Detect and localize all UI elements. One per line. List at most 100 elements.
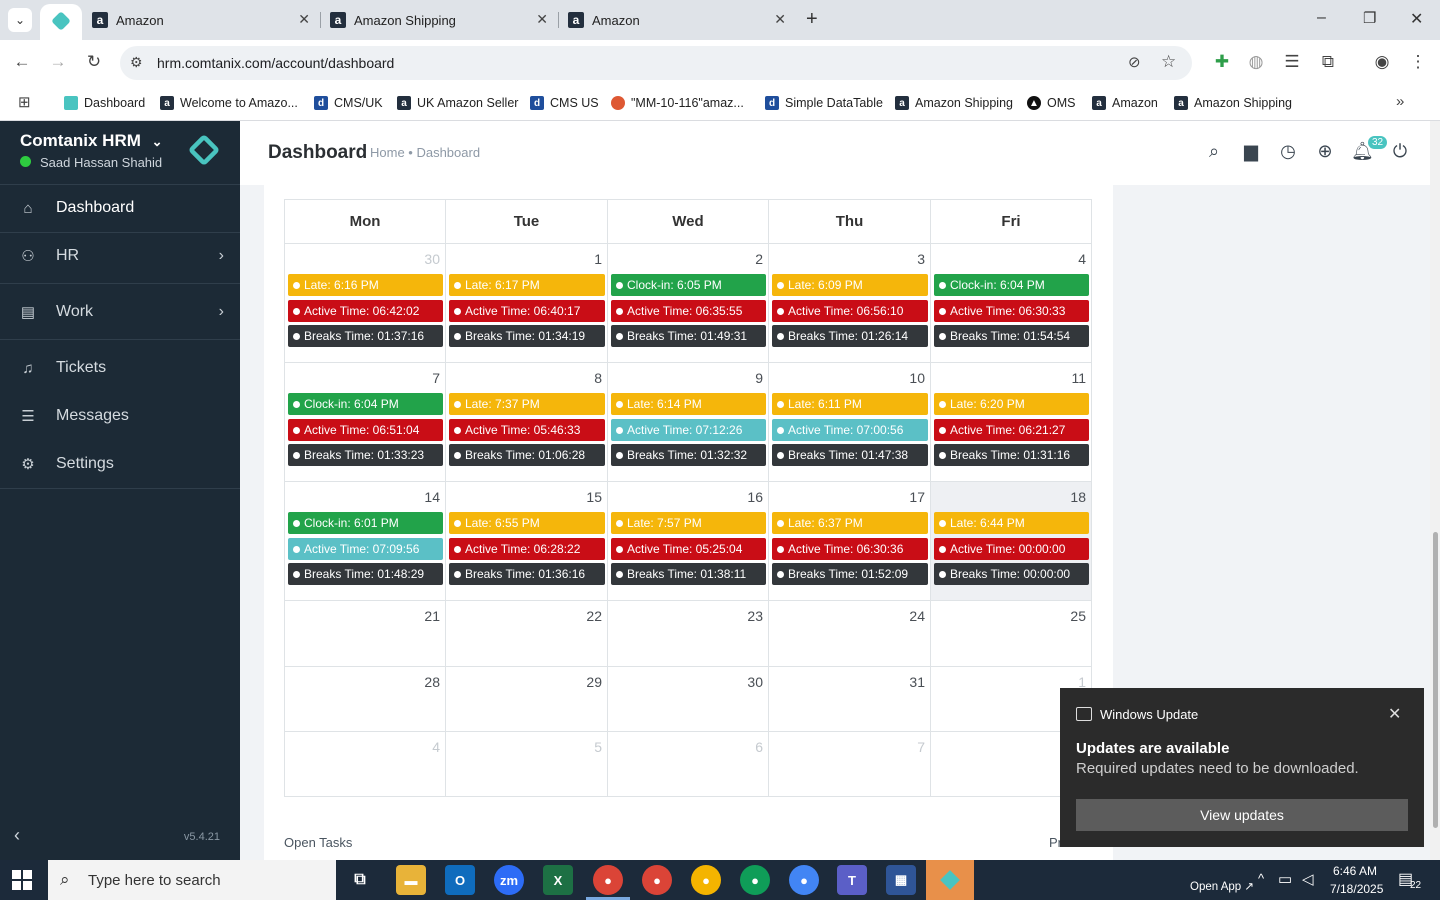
- attendance-event-late[interactable]: Late: 6:55 PM: [449, 512, 605, 534]
- attendance-event-active[interactable]: Active Time: 05:25:04: [611, 537, 766, 560]
- profile-icon[interactable]: ◉: [1370, 52, 1394, 72]
- restore-button[interactable]: ❐: [1363, 9, 1376, 27]
- calendar-day-cell[interactable]: 2 Clock-in: 6:05 PM Active Time: 06:35:55 B…: [608, 244, 769, 363]
- attendance-event-late[interactable]: Late: 6:14 PM: [611, 393, 766, 415]
- calendar-day-cell[interactable]: 24: [769, 601, 931, 667]
- attendance-event-late[interactable]: Late: 7:57 PM: [611, 512, 766, 534]
- attendance-event-breaks[interactable]: Breaks Time: 01:49:31: [611, 325, 766, 347]
- attendance-event-breaks[interactable]: Breaks Time: 01:31:16: [934, 444, 1089, 466]
- chrome-icon[interactable]: ●: [593, 865, 623, 895]
- volume-icon[interactable]: ◁: [1302, 870, 1314, 888]
- search-icon[interactable]: ⌕: [1203, 141, 1225, 162]
- attendance-event-breaks[interactable]: Breaks Time: 01:36:16: [449, 563, 605, 585]
- calendar-day-cell[interactable]: 28: [285, 667, 446, 732]
- calendar-day-cell[interactable]: 31: [769, 667, 931, 732]
- attendance-event-breaks[interactable]: Breaks Time: 01:38:11: [611, 563, 766, 585]
- bookmark-welcome-amazon[interactable]: a Welcome to Amazo...: [160, 92, 298, 114]
- tab-close-icon[interactable]: ✕: [536, 11, 548, 28]
- tab-amazon-2[interactable]: a Amazon ✕: [568, 0, 796, 40]
- attendance-event-breaks[interactable]: Breaks Time: 01:34:19: [449, 325, 605, 347]
- chrome-profile-icon[interactable]: ●: [642, 865, 672, 895]
- calendar-day-cell[interactable]: 5: [446, 732, 608, 797]
- chrome-profile-icon[interactable]: ●: [789, 865, 819, 895]
- calendar-day-cell[interactable]: 15 Late: 6:55 PM Active Time: 06:28:22 Brea…: [446, 482, 608, 601]
- attendance-event-active[interactable]: Active Time: 00:00:00: [934, 537, 1089, 560]
- attendance-event-clock[interactable]: Clock-in: 6:04 PM: [934, 274, 1089, 296]
- calendar-day-cell[interactable]: 6: [608, 732, 769, 797]
- attendance-event-clock[interactable]: Clock-in: 6:05 PM: [611, 274, 766, 296]
- attendance-event-late[interactable]: Late: 6:44 PM: [934, 512, 1089, 534]
- attendance-event-breaks[interactable]: Breaks Time: 01:33:23: [288, 444, 443, 466]
- attendance-event-active[interactable]: Active Time: 06:51:04: [288, 418, 443, 441]
- attendance-event-late[interactable]: Late: 6:20 PM: [934, 393, 1089, 415]
- calendar-day-cell[interactable]: 7: [769, 732, 931, 797]
- attendance-event-active[interactable]: Active Time: 06:30:33: [934, 299, 1089, 322]
- view-updates-button[interactable]: View updates: [1076, 799, 1408, 831]
- breadcrumb[interactable]: Home • Dashboard: [370, 145, 480, 160]
- open-app-link[interactable]: Open App ↗: [1190, 879, 1254, 893]
- attendance-event-active[interactable]: Active Time: 06:56:10: [772, 299, 928, 322]
- tab-list-icon[interactable]: ☰: [1280, 52, 1304, 72]
- attendance-event-active[interactable]: Active Time: 06:40:17: [449, 299, 605, 322]
- attendance-event-active[interactable]: Active Time: 06:28:22: [449, 537, 605, 560]
- add-icon[interactable]: ⊕: [1314, 141, 1336, 162]
- sidebar-item-tickets[interactable]: ♫ Tickets: [0, 346, 240, 390]
- attendance-event-breaks[interactable]: Breaks Time: 01:06:28: [449, 444, 605, 466]
- attendance-event-breaks[interactable]: Breaks Time: 01:52:09: [772, 563, 928, 585]
- calendar-day-cell[interactable]: 8 Late: 7:37 PM Active Time: 05:46:33 Break…: [446, 363, 608, 482]
- calendar-day-cell[interactable]: 25: [931, 601, 1092, 667]
- tab-amazon-1[interactable]: a Amazon ✕: [92, 0, 320, 40]
- calendar-day-cell[interactable]: 29: [446, 667, 608, 732]
- notes-icon[interactable]: ▆: [1240, 141, 1262, 162]
- calendar-day-cell[interactable]: 17 Late: 6:37 PM Active Time: 06:30:36 Brea…: [769, 482, 931, 601]
- attendance-event-late[interactable]: Late: 6:16 PM: [288, 274, 443, 296]
- taskbar-search[interactable]: ⌕ Type here to search: [48, 860, 336, 900]
- attendance-event-breaks[interactable]: Breaks Time: 01:26:14: [772, 325, 928, 347]
- attendance-event-active[interactable]: Active Time: 06:30:36: [772, 537, 928, 560]
- calendar-day-cell[interactable]: 4 Clock-in: 6:04 PM Active Time: 06:30:33 B…: [931, 244, 1092, 363]
- task-view-icon[interactable]: ⧉: [345, 865, 375, 895]
- attendance-event-breaks[interactable]: Breaks Time: 01:54:54: [934, 325, 1089, 347]
- reload-icon[interactable]: ↻: [82, 52, 106, 72]
- calendar-day-cell[interactable]: 22: [446, 601, 608, 667]
- bookmark-oms[interactable]: ▲ OMS: [1027, 92, 1075, 114]
- calendar-day-cell[interactable]: 11 Late: 6:20 PM Active Time: 06:21:27 Brea…: [931, 363, 1092, 482]
- clock-date[interactable]: 7/18/2025: [1330, 882, 1383, 896]
- attendance-event-late[interactable]: Late: 6:11 PM: [772, 393, 928, 415]
- calendar-day-cell[interactable]: 9 Late: 6:14 PM Active Time: 07:12:26 Break…: [608, 363, 769, 482]
- address-bar[interactable]: ⚙ hrm.comtanix.com/account/dashboard ⊘ ☆: [120, 46, 1192, 80]
- attendance-event-breaks[interactable]: Breaks Time: 00:00:00: [934, 563, 1089, 585]
- clock-time[interactable]: 6:46 AM: [1333, 864, 1377, 878]
- bookmark-cms-us[interactable]: d CMS US: [530, 92, 599, 114]
- zoom-icon[interactable]: zm: [494, 865, 524, 895]
- new-tab-button[interactable]: +: [806, 8, 818, 31]
- calculator-icon[interactable]: ▦: [886, 865, 916, 895]
- chevron-down-icon[interactable]: ⌄: [152, 134, 163, 149]
- tracking-off-icon[interactable]: ⊘: [1128, 53, 1141, 71]
- menu-icon[interactable]: ⋮: [1406, 52, 1430, 72]
- excel-icon[interactable]: X: [543, 865, 573, 895]
- calendar-day-cell[interactable]: 3 Late: 6:09 PM Active Time: 06:56:10 Break…: [769, 244, 931, 363]
- clock-icon[interactable]: ◷: [1277, 141, 1299, 162]
- calendar-day-cell[interactable]: 7 Clock-in: 6:04 PM Active Time: 06:51:04 B…: [285, 363, 446, 482]
- chrome-profile-icon[interactable]: ●: [691, 865, 721, 895]
- attendance-event-breaks[interactable]: Breaks Time: 01:37:16: [288, 325, 443, 347]
- globe-icon[interactable]: ◍: [1244, 52, 1268, 72]
- calendar-day-cell[interactable]: 4: [285, 732, 446, 797]
- extension-plus-icon[interactable]: ✚: [1210, 52, 1234, 72]
- attendance-event-breaks[interactable]: Breaks Time: 01:47:38: [772, 444, 928, 466]
- chevron-up-icon[interactable]: ^: [1258, 871, 1264, 886]
- tab-close-icon[interactable]: ✕: [298, 11, 310, 28]
- attendance-event-activeok[interactable]: Active Time: 07:00:56: [772, 418, 928, 441]
- extensions-icon[interactable]: ⧉: [1316, 52, 1340, 72]
- bookmark-dashboard[interactable]: Dashboard: [64, 92, 145, 114]
- attendance-event-clock[interactable]: Clock-in: 6:04 PM: [288, 393, 443, 415]
- calendar-day-cell[interactable]: 16 Late: 7:57 PM Active Time: 05:25:04 Brea…: [608, 482, 769, 601]
- windows-update-notification[interactable]: Windows Update ✕ Updates are available R…: [1060, 688, 1424, 847]
- back-icon[interactable]: ←: [10, 52, 34, 72]
- sidebar-item-work[interactable]: ▤ Work ›: [0, 290, 240, 334]
- calendar-day-cell[interactable]: 23: [608, 601, 769, 667]
- attendance-event-active[interactable]: Active Time: 06:21:27: [934, 418, 1089, 441]
- bookmark-simple-datatable[interactable]: d Simple DataTable: [765, 92, 883, 114]
- sidebar-item-hr[interactable]: ⚇ HR ›: [0, 234, 240, 278]
